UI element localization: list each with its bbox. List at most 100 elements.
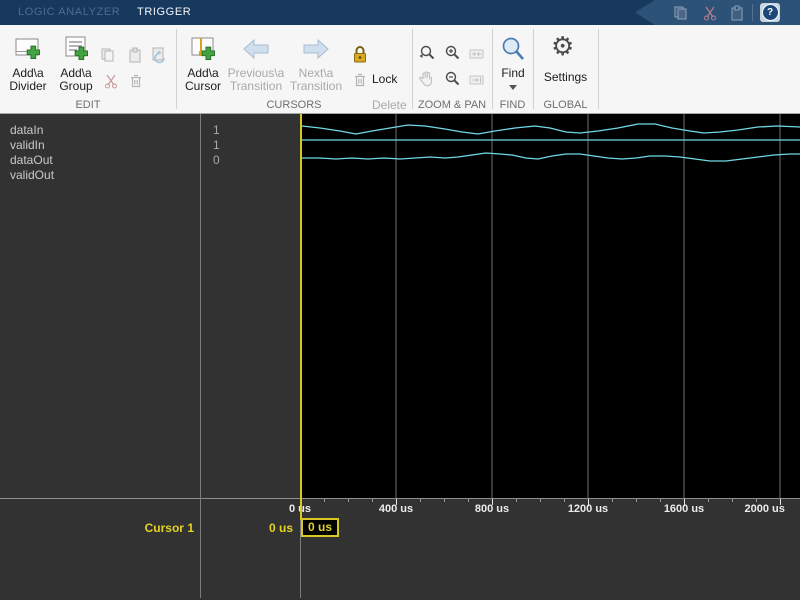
cursors-section-label: CURSORS: [266, 99, 322, 111]
lock-icon: [354, 45, 366, 62]
waveform-panel: dataIn 1 validIn 1 dataOut 0 validOut 0 …: [0, 114, 800, 600]
add-cursor-icon: [187, 31, 219, 67]
signal-value: 1: [213, 138, 220, 152]
toolstrip: Add\a Divider Add\a Group EDIT Add\a Cur…: [0, 25, 800, 138]
add-divider-label-2: Divider: [9, 79, 47, 93]
find-label: Find: [501, 66, 525, 80]
help-icon: ?: [761, 4, 779, 21]
delete-cursor-button[interactable]: [350, 70, 370, 90]
add-group-button[interactable]: Add\a Group: [54, 31, 98, 93]
axis-tick: [540, 499, 541, 502]
section-divider: [533, 29, 534, 109]
qat-cut-button[interactable]: [701, 4, 719, 21]
signal-name: validOut: [10, 168, 55, 182]
zoom-out-icon: [445, 71, 460, 86]
section-divider: [412, 29, 413, 109]
edit-section-label: EDIT: [75, 99, 101, 111]
waveform-plot[interactable]: [300, 114, 800, 498]
tab-logic-analyzer[interactable]: LOGIC ANALYZER: [18, 0, 120, 25]
help-button[interactable]: ?: [760, 3, 780, 22]
axis-tick: [708, 499, 709, 502]
zoom-pan-section-label: ZOOM & PAN: [417, 99, 487, 111]
axis-tick-label: 2000 us: [744, 503, 785, 515]
copy-icon: [674, 6, 687, 19]
signal-name: validIn: [10, 138, 45, 152]
cut-icon: [704, 6, 716, 20]
find-button[interactable]: Find: [494, 31, 532, 80]
time-axis-line: [0, 498, 800, 499]
snap-button[interactable]: [467, 70, 487, 90]
add-cursor-button[interactable]: Add\a Cursor: [180, 31, 226, 93]
signal-row[interactable]: dataOut 0: [0, 153, 298, 167]
cursor-line[interactable]: [300, 114, 302, 520]
add-divider-icon: [12, 31, 44, 67]
snap-icon: [469, 75, 484, 85]
section-divider: [598, 29, 599, 109]
zoom-out-button[interactable]: [442, 69, 462, 89]
arrow-left-icon: [241, 31, 271, 67]
zoom-fit-button[interactable]: [417, 43, 437, 63]
signal-row[interactable]: validOut: [0, 168, 298, 182]
axis-tick: [636, 499, 637, 502]
copy-icon: [101, 48, 114, 62]
zoom-x-button[interactable]: [467, 44, 487, 64]
trash-icon: [131, 74, 141, 88]
cut-icon: [105, 74, 117, 89]
next-transition-button[interactable]: Next\a Transition: [290, 31, 342, 93]
axis-tick-label: 400 us: [378, 503, 414, 515]
waveform-dataOut: [302, 152, 800, 162]
paste-icon: [731, 5, 743, 20]
qat-paste-button[interactable]: [728, 4, 746, 21]
arrow-right-icon: [301, 31, 331, 67]
waveform-dataIn: [301, 123, 800, 135]
logic-analyzer-window: LOGIC ANALYZER TRIGGER ? Add\a Divider A…: [0, 0, 800, 600]
lock-label: Lock: [372, 72, 398, 86]
signal-value: 1: [213, 123, 220, 137]
axis-tick: [444, 499, 445, 502]
cursor-value: 0 us: [268, 521, 293, 535]
add-group-label-2: Group: [59, 79, 93, 93]
qat-separator: [752, 4, 753, 21]
paste-icon: [129, 47, 141, 63]
axis-tick: [348, 499, 349, 502]
cursor-time-box[interactable]: 0 us: [301, 518, 340, 537]
zoom-in-button[interactable]: [442, 43, 462, 63]
chevron-down-icon[interactable]: [509, 85, 517, 90]
restore-icon: [152, 47, 165, 64]
signal-value: 0: [213, 153, 220, 167]
axis-tick: [756, 499, 757, 502]
axis-tick: [420, 499, 421, 502]
search-icon: [500, 31, 526, 67]
next-transition-label-2: Transition: [289, 79, 343, 93]
pan-hand-icon: [419, 71, 433, 87]
pan-button[interactable]: [417, 69, 437, 89]
cut-button[interactable]: [101, 71, 121, 91]
previous-transition-button[interactable]: Previous\a Transition: [228, 31, 284, 93]
find-section-label: FIND: [499, 99, 526, 111]
restore-button[interactable]: [149, 45, 169, 65]
copy-button[interactable]: [98, 45, 118, 65]
qat-copy-button[interactable]: [672, 4, 690, 21]
global-section-label: GLOBAL: [543, 99, 588, 111]
axis-tick: [612, 499, 613, 502]
trash-icon: [355, 73, 365, 87]
add-divider-button[interactable]: Add\a Divider: [4, 31, 52, 93]
signal-row[interactable]: dataIn 1: [0, 123, 298, 137]
paste-button[interactable]: [125, 45, 145, 65]
axis-tick: [564, 499, 565, 502]
tab-trigger[interactable]: TRIGGER: [137, 0, 191, 25]
signal-row[interactable]: validIn 1: [0, 138, 298, 152]
axis-tick-label: 1200 us: [567, 503, 609, 515]
axis-tick-label: 1600 us: [663, 503, 705, 515]
axis-tick: [324, 499, 325, 502]
add-group-icon: [60, 31, 92, 67]
gear-icon[interactable]: ⚙: [551, 33, 574, 59]
lock-button[interactable]: [350, 44, 370, 64]
zoom-in-icon: [445, 45, 460, 60]
delete-button-edit[interactable]: [126, 71, 146, 91]
axis-tick: [732, 499, 733, 502]
settings-button[interactable]: Settings: [533, 70, 598, 84]
previous-transition-label-2: Transition: [229, 79, 283, 93]
axis-tick: [660, 499, 661, 502]
zoom-x-icon: [469, 49, 484, 59]
